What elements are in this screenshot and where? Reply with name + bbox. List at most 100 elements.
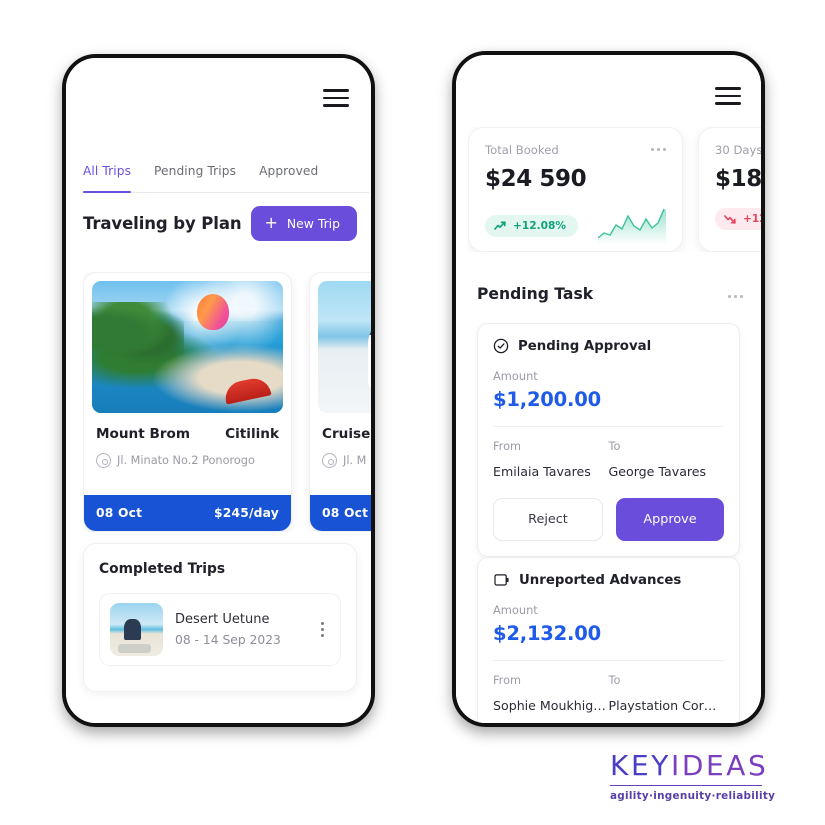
stat-card-30-days[interactable]: 30 Days $18 6 +12. — [698, 127, 761, 252]
amount-value: $2,132.00 — [493, 622, 601, 645]
completed-trips-card: Completed Trips Desert Uetune 08 - 14 Se… — [83, 543, 357, 692]
logo-part-key: KEY — [610, 749, 671, 782]
stat-card-header: Total Booked — [485, 143, 666, 157]
from-to-row: From Emilaia Tavares To George Tavares — [493, 440, 724, 479]
stat-card-footer: +12. — [715, 208, 761, 230]
trip-image — [318, 281, 371, 413]
to-value: George Tavares — [608, 464, 707, 479]
divider — [493, 426, 724, 427]
stat-delta: +12.08% — [513, 220, 566, 232]
task-card-title-row: Unreported Advances — [493, 572, 724, 588]
trip-card[interactable]: Cruise Jl. M 08 Oct — [309, 272, 371, 532]
hot-air-balloon-icon — [197, 294, 230, 331]
completed-trip-name: Desert Uetune — [175, 612, 270, 627]
stat-card-footer: +12.08% — [485, 208, 666, 244]
hamburger-menu-icon[interactable] — [323, 89, 349, 107]
logo-wordmark: KEYIDEAS — [610, 749, 766, 782]
hamburger-menu-icon[interactable] — [715, 87, 741, 105]
stat-delta: +12. — [743, 213, 761, 225]
pending-task-title: Pending Task — [477, 285, 594, 303]
dot — [651, 148, 654, 151]
dots-horizontal-icon[interactable] — [728, 290, 743, 298]
from-value: Sophie Moukhigouli — [493, 698, 609, 713]
dot — [728, 295, 731, 298]
pending-task-header: Pending Task — [477, 285, 743, 303]
task-card-unreported-advances: Unreported Advances Amount $2,132.00 Fro… — [477, 557, 740, 723]
trend-down-icon — [724, 215, 736, 224]
stat-label: Total Booked — [485, 143, 559, 157]
stat-value: $18 6 — [715, 166, 761, 192]
to-value: Playstation Corpo... — [608, 698, 725, 713]
stat-card-total-booked[interactable]: Total Booked $24 590 +12.08% — [468, 127, 683, 252]
trip-image — [92, 281, 283, 413]
trend-up-icon — [494, 221, 506, 230]
trip-cards-scroller[interactable]: Mount Brom Citilink Jl. Minato No.2 Pono… — [83, 272, 371, 532]
logo-part-ideas: IDEAS — [670, 749, 769, 782]
reject-button[interactable]: Reject — [493, 498, 603, 541]
trip-tabs: All Trips Pending Trips Approved — [83, 164, 369, 194]
map-pin-icon — [322, 453, 337, 468]
plus-icon: + — [264, 213, 278, 232]
keyideas-logo: KEYIDEAS agility·ingenuity·reliability — [610, 749, 775, 802]
to-column: To George Tavares — [609, 440, 725, 479]
map-pin-icon — [96, 453, 111, 468]
from-value: Emilaia Tavares — [493, 464, 591, 479]
dots-horizontal-icon[interactable] — [651, 143, 666, 151]
task-title: Unreported Advances — [519, 572, 682, 588]
list-item[interactable]: Desert Uetune 08 - 14 Sep 2023 — [99, 593, 341, 666]
trip-date: 08 Oct — [322, 506, 369, 520]
wallet-icon — [494, 574, 509, 586]
from-label: From — [493, 440, 521, 453]
trip-location-label: Jl. Minato No.2 Ponorogo — [117, 454, 255, 467]
dot — [663, 148, 666, 151]
hamburger-bar — [715, 94, 741, 98]
divider — [493, 660, 724, 661]
trip-thumbnail — [110, 603, 163, 656]
trip-card[interactable]: Mount Brom Citilink Jl. Minato No.2 Pono… — [83, 272, 292, 532]
completed-trip-date: 08 - 14 Sep 2023 — [175, 633, 281, 647]
left-screen: All Trips Pending Trips Approved Traveli… — [66, 58, 371, 723]
hamburger-bar — [715, 87, 741, 90]
trip-date: 08 Oct — [96, 506, 143, 520]
amount-value: $1,200.00 — [493, 388, 601, 411]
tab-pending-trips[interactable]: Pending Trips — [154, 164, 236, 185]
trip-card-footer: 08 Oct $245/day — [84, 495, 291, 531]
tab-approved[interactable]: Approved — [259, 164, 318, 185]
from-column: From Sophie Moukhigouli — [493, 674, 609, 713]
list-item-text: Desert Uetune 08 - 14 Sep 2023 — [175, 612, 302, 647]
kebab-dot — [320, 628, 324, 631]
status-badge: +12. — [715, 208, 761, 230]
trip-location-label: Jl. M — [343, 454, 367, 467]
new-trip-button[interactable]: + New Trip — [251, 206, 357, 241]
task-actions: Reject Approve — [493, 498, 724, 541]
completed-trips-title: Completed Trips — [99, 561, 226, 577]
status-badge: +12.08% — [485, 215, 578, 237]
sparkline-chart — [598, 208, 666, 244]
page-title: Traveling by Plan — [83, 214, 242, 233]
stat-card-header: 30 Days — [715, 143, 761, 157]
to-label: To — [608, 440, 621, 453]
beach-umbrella — [222, 375, 272, 405]
trip-price: $245/day — [213, 506, 279, 520]
trip-card-footer: 08 Oct — [310, 495, 371, 531]
decorative-trees — [92, 302, 184, 363]
phone-mockup-left: All Trips Pending Trips Approved Traveli… — [62, 54, 375, 727]
stat-label: 30 Days — [715, 143, 761, 157]
hamburger-bar — [323, 89, 349, 92]
to-column: To Playstation Corpo... — [609, 674, 725, 713]
from-to-row: From Sophie Moukhigouli To Playstation C… — [493, 674, 724, 713]
task-title: Pending Approval — [518, 338, 652, 354]
kebab-menu-icon[interactable] — [314, 621, 330, 638]
hamburger-bar — [323, 96, 349, 100]
approve-button[interactable]: Approve — [616, 498, 724, 541]
hamburger-bar — [715, 102, 741, 105]
right-screen: Total Booked $24 590 +12.08% 30 Days $18… — [456, 55, 761, 723]
trip-name: Mount Brom — [96, 426, 191, 442]
phone-mockup-right: Total Booked $24 590 +12.08% 30 Days $18… — [452, 51, 765, 727]
tab-all-trips[interactable]: All Trips — [83, 164, 132, 194]
check-circle-icon — [493, 338, 509, 354]
from-column: From Emilaia Tavares — [493, 440, 609, 479]
dot — [657, 148, 660, 151]
stats-scroller[interactable]: Total Booked $24 590 +12.08% 30 Days $18… — [468, 127, 761, 252]
task-card-title-row: Pending Approval — [493, 338, 724, 354]
